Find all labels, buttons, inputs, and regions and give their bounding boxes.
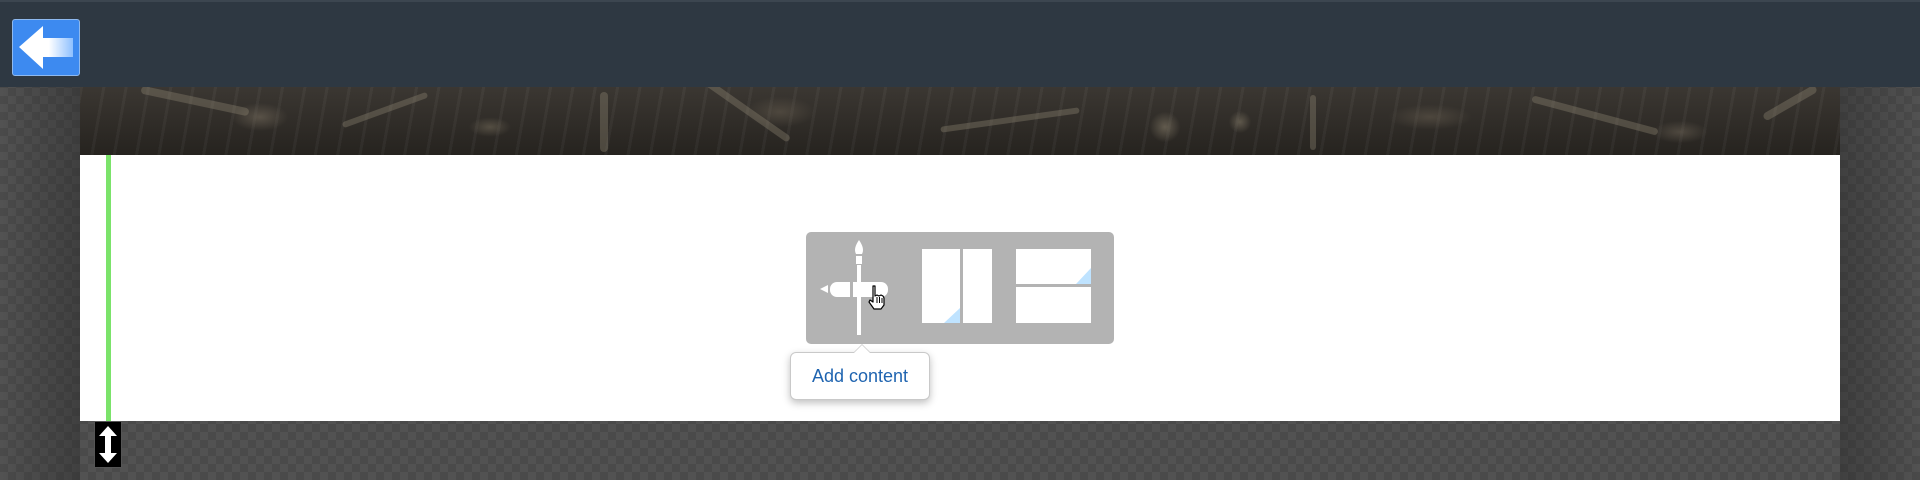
back-button[interactable] [12,19,80,76]
section-guide-line [106,155,111,421]
columns-layout-icon [922,249,992,323]
canvas-backdrop-left [0,87,80,480]
hero-banner-image [80,87,1840,155]
vertical-resize-icon [99,426,117,463]
tooltip-text: Add content [811,365,909,386]
section-resize-handle[interactable] [94,421,122,468]
add-content-button[interactable] [814,232,904,344]
hand-cursor-icon [868,285,885,310]
arrow-left-icon [19,26,73,69]
columns-layout-button[interactable] [917,232,997,344]
rows-layout-button[interactable] [1011,232,1096,344]
canvas-backdrop-right [1840,87,1920,480]
rows-layout-icon [1016,249,1091,323]
add-content-tooltip: Add content [790,344,930,400]
content-section[interactable]: Add content [80,155,1840,421]
top-bar [0,0,1920,87]
add-widget-toolbar [806,232,1114,344]
brush-pencil-cross-icon [820,240,888,335]
